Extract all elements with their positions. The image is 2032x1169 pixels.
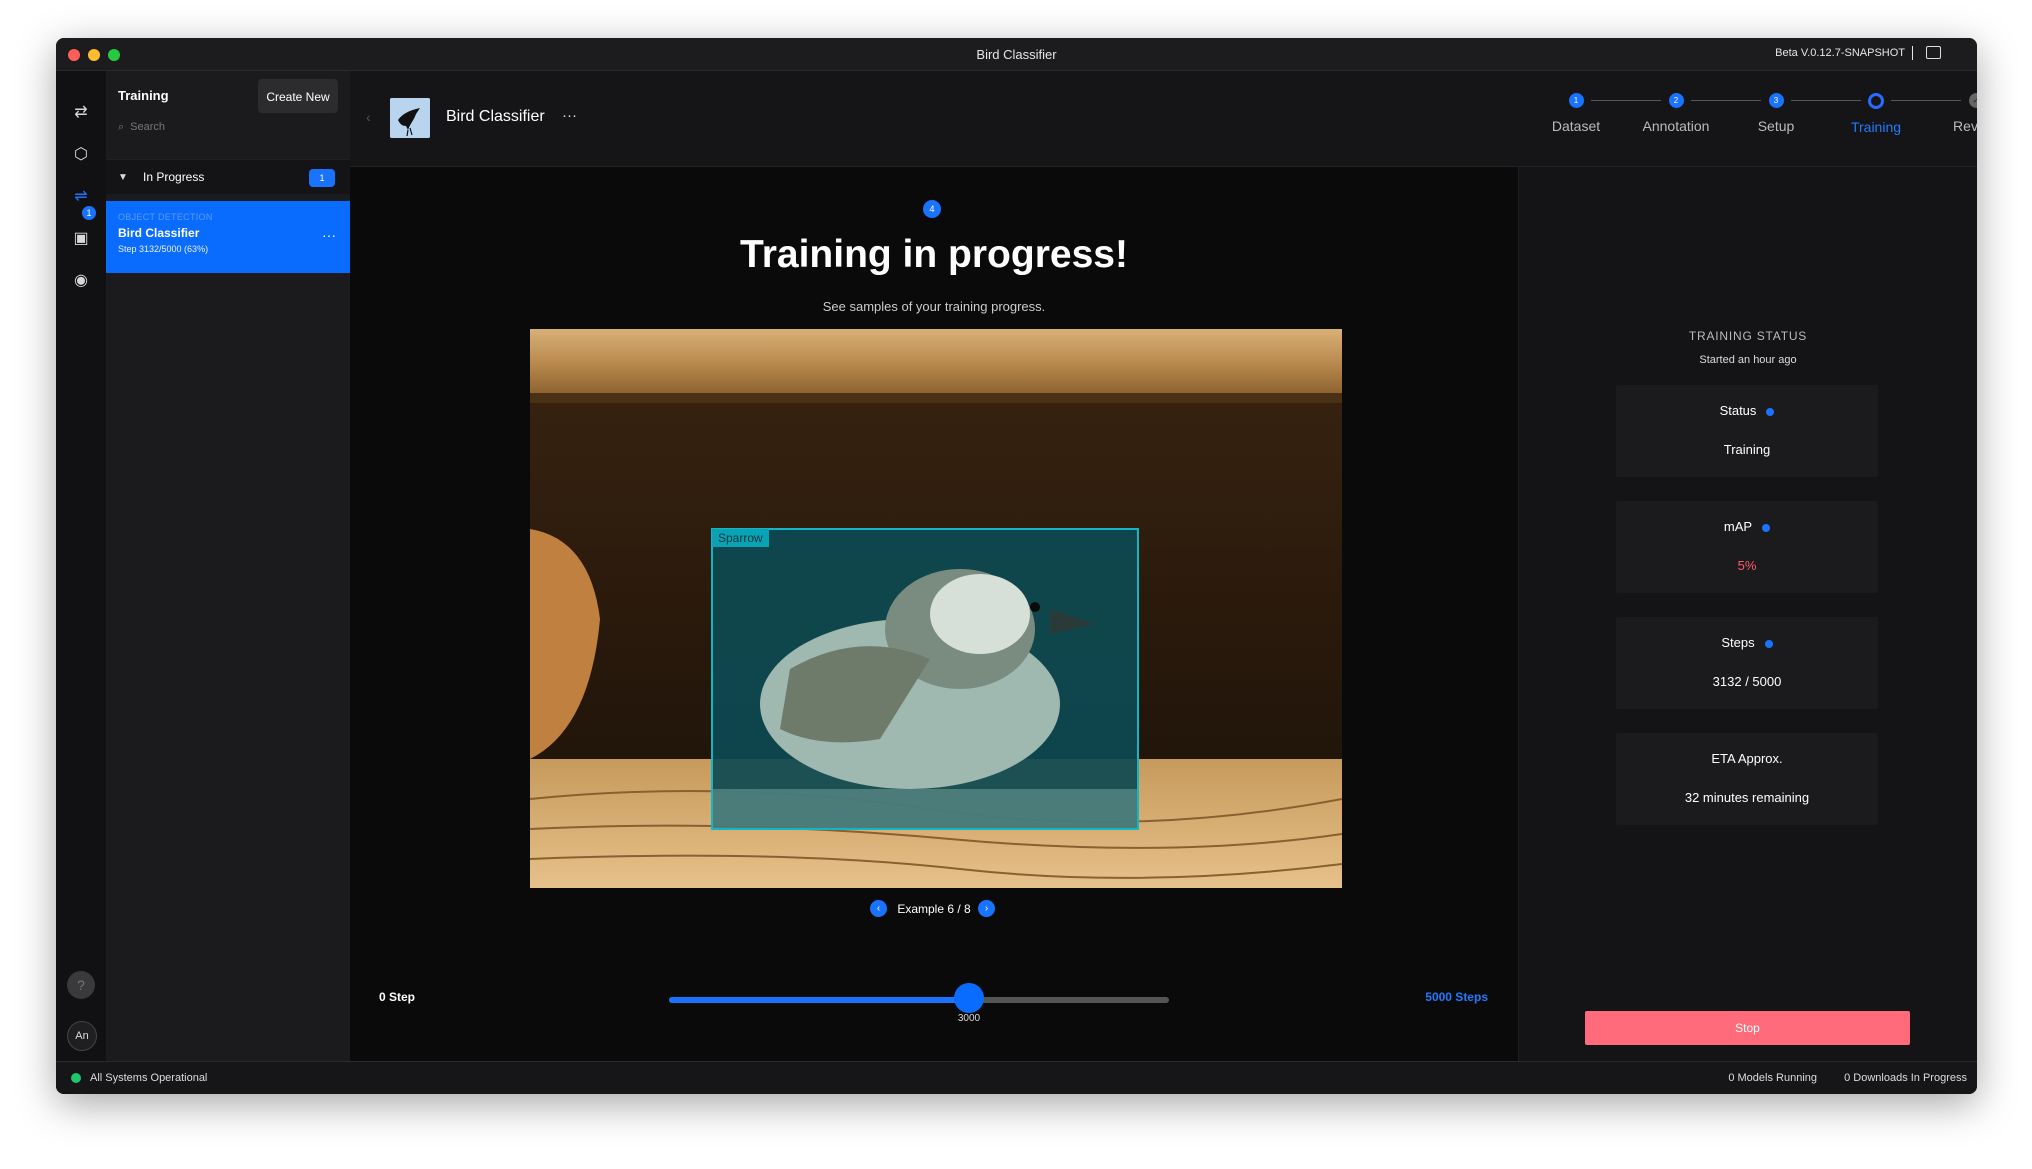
panel-title: TRAINING STATUS xyxy=(1688,329,1808,343)
training-content: 4 Training in progress! See samples of y… xyxy=(350,167,1518,1061)
training-badge: 1 xyxy=(82,206,96,220)
project-name: Bird Classifier xyxy=(446,108,545,125)
step-number: 2 xyxy=(1668,93,1684,108)
in-progress-section-header[interactable]: ▼ In Progress 1 xyxy=(106,159,350,194)
sidebar-title: Training xyxy=(118,88,169,103)
sparrow-photo xyxy=(530,329,1342,888)
create-new-button[interactable]: Create New xyxy=(258,79,338,113)
card-value: 3132 / 5000 xyxy=(1712,674,1782,689)
step-indicator: 4 xyxy=(923,200,941,218)
next-example-button[interactable]: › xyxy=(978,900,995,917)
window-title: Bird Classifier xyxy=(976,47,1057,62)
stop-button[interactable]: Stop xyxy=(1585,1011,1910,1045)
sidebar: Training Create New ⌕ Search ▼ In Progres… xyxy=(106,71,350,1061)
system-status: All Systems Operational xyxy=(90,1072,208,1084)
eta-card: ETA Approx. 32 minutes remaining xyxy=(1616,733,1878,825)
slider-max-label: 5000 Steps xyxy=(1425,990,1488,1004)
detection-label: Sparrow xyxy=(712,529,769,547)
downloads-in-progress: 0 Downloads In Progress xyxy=(1844,1072,1967,1084)
slider-fill xyxy=(669,997,969,1003)
help-icon[interactable]: ? xyxy=(67,971,95,999)
caret-down-icon: ▼ xyxy=(118,172,128,183)
system-status-dot xyxy=(71,1073,81,1083)
search-placeholder: Search xyxy=(130,121,166,133)
search-input[interactable]: ⌕ Search xyxy=(118,121,338,143)
globe-icon[interactable]: ◉ xyxy=(69,269,93,293)
info-icon[interactable] xyxy=(1764,639,1773,648)
icon-rail: ⇄ ⬡ ⇌ 1 ▣ ◉ ? An xyxy=(56,71,106,1061)
map-card: mAP 5% xyxy=(1616,501,1878,593)
info-icon[interactable] xyxy=(1762,523,1771,532)
search-icon: ⌕ xyxy=(118,121,125,133)
project-thumbnail xyxy=(390,98,430,138)
version-label: Beta V.0.12.7-SNAPSHOT xyxy=(1775,47,1905,59)
list-item-bird-classifier[interactable]: OBJECT DETECTION Bird Classifier Step 31… xyxy=(106,201,350,273)
model-cube-icon[interactable]: ⬡ xyxy=(69,143,93,167)
status-card: Status Training xyxy=(1616,385,1878,477)
step-review[interactable]: ✓ Review xyxy=(1926,93,1977,134)
back-chevron-icon[interactable]: ‹ xyxy=(366,109,371,125)
app-window: Bird Classifier Beta V.0.12.7-SNAPSHOT ⇄… xyxy=(56,38,1977,1094)
page-subtitle: See samples of your training progress. xyxy=(822,299,1046,314)
card-label: ETA Approx. xyxy=(1711,751,1783,766)
training-status-panel: TRAINING STATUS Started an hour ago Stat… xyxy=(1518,167,1977,1061)
training-sample-image: Sparrow xyxy=(530,329,1342,888)
models-running: 0 Models Running xyxy=(1728,1072,1817,1084)
divider xyxy=(1912,46,1913,60)
panel-subtitle: Started an hour ago xyxy=(1699,354,1797,366)
more-icon[interactable]: ··· xyxy=(322,227,336,243)
swap-icon[interactable]: ⇄ xyxy=(69,101,93,125)
project-more-icon[interactable]: ··· xyxy=(562,107,577,124)
item-step: Step 3132/5000 (63%) xyxy=(118,244,209,254)
avatar[interactable]: An xyxy=(67,1021,97,1051)
example-navigator: ‹ Example 6 / 8 › xyxy=(350,900,1518,920)
step-label: Setup xyxy=(1757,118,1795,134)
section-count-badge: 1 xyxy=(309,169,335,187)
section-label: In Progress xyxy=(143,170,205,184)
item-name: Bird Classifier xyxy=(118,226,200,240)
example-counter: Example 6 / 8 xyxy=(897,902,971,916)
feedback-icon[interactable] xyxy=(1926,46,1941,59)
step-number: 3 xyxy=(1768,93,1784,108)
card-label: Steps xyxy=(1721,635,1755,650)
slider-value: 3000 xyxy=(957,1013,981,1024)
status-bar: All Systems Operational 0 Models Running… xyxy=(56,1061,1977,1094)
card-label: Status xyxy=(1719,403,1757,418)
check-icon: ✓ xyxy=(1968,93,1977,108)
title-bar: Bird Classifier Beta V.0.12.7-SNAPSHOT xyxy=(56,38,1977,71)
step-label: Dataset xyxy=(1551,118,1601,134)
card-label: mAP xyxy=(1723,519,1753,534)
card-value: 5% xyxy=(1737,558,1757,573)
step-ring-icon xyxy=(1868,93,1884,109)
step-slider[interactable] xyxy=(669,983,1169,1013)
info-icon[interactable] xyxy=(1766,407,1775,416)
slider-handle[interactable] xyxy=(954,983,984,1013)
item-subtitle: OBJECT DETECTION xyxy=(118,212,213,222)
archive-icon[interactable]: ▣ xyxy=(69,227,93,251)
card-value: Training xyxy=(1723,442,1771,457)
card-value: 32 minutes remaining xyxy=(1684,790,1810,805)
steps-card: Steps 3132 / 5000 xyxy=(1616,617,1878,709)
step-number: 1 xyxy=(1568,93,1584,108)
step-label: Training xyxy=(1850,119,1902,135)
main-area: ‹ Bird Classifier ··· 1 Dataset 2 Annota… xyxy=(350,71,1977,1061)
step-label: Annotation xyxy=(1642,118,1710,134)
project-header: ‹ Bird Classifier ··· 1 Dataset 2 Annota… xyxy=(350,71,1977,167)
step-label: Review xyxy=(1953,118,1977,134)
slider-min-label: 0 Step xyxy=(379,990,416,1004)
page-title: Training in progress! xyxy=(740,233,1128,276)
progress-stepper: 1 Dataset 2 Annotation 3 Setup Training xyxy=(1526,93,1977,153)
